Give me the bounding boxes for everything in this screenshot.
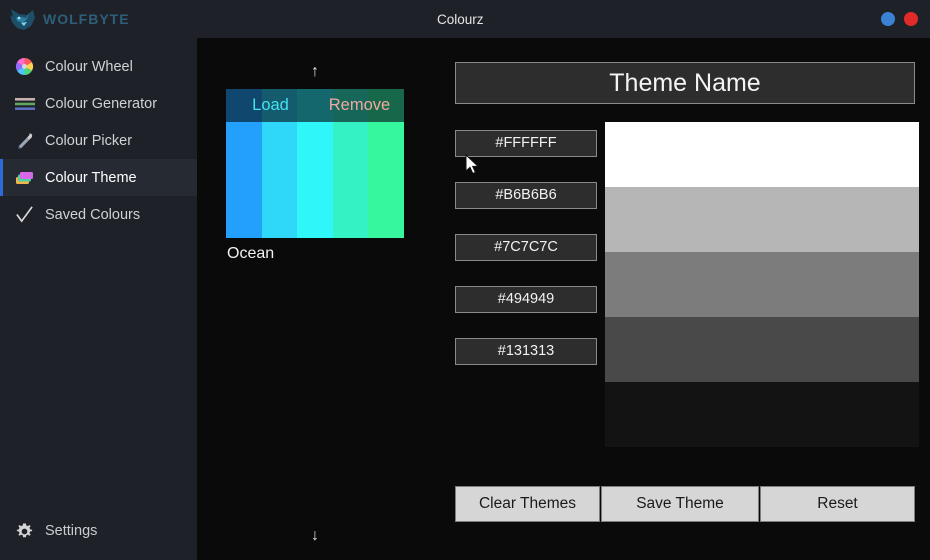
colour-swatch[interactable]: [605, 317, 919, 382]
sidebar-item-saved-colours[interactable]: Saved Colours: [0, 196, 197, 233]
sidebar: Colour Wheel Colour Generator Colour Pic…: [0, 38, 197, 560]
colour-swatch[interactable]: [605, 122, 919, 187]
hex-input[interactable]: #B6B6B6: [455, 182, 597, 209]
window-controls: [881, 0, 918, 38]
sidebar-item-colour-generator[interactable]: Colour Generator: [0, 85, 197, 122]
colour-swatch[interactable]: [605, 252, 919, 317]
sidebar-item-label: Colour Picker: [45, 132, 133, 149]
theme-card[interactable]: Load Remove Ocean: [226, 89, 404, 263]
hex-input[interactable]: #FFFFFF: [455, 130, 597, 157]
theme-editor-panel: Theme Name #FFFFFF #B6B6B6 #7C7C7C #4949…: [433, 38, 930, 560]
sidebar-item-label: Colour Generator: [45, 95, 158, 112]
minimize-button[interactable]: [881, 12, 895, 26]
sidebar-item-settings[interactable]: Settings: [0, 514, 97, 548]
hex-input[interactable]: #494949: [455, 286, 597, 313]
scroll-up-button[interactable]: ↑: [197, 64, 433, 80]
window-title: Colourz: [437, 11, 484, 27]
brand: WOLFBYTE: [0, 6, 197, 32]
themes-panel: ↑ Load Remove Ocean ↓: [197, 38, 480, 560]
sidebar-item-label: Colour Wheel: [45, 58, 133, 75]
remove-theme-button[interactable]: Remove: [315, 89, 404, 122]
editor-actions: Clear Themes Save Theme Reset: [455, 486, 915, 522]
app-window: WOLFBYTE Colourz Colour Wheel Colour Gen…: [0, 0, 930, 560]
colour-swatch[interactable]: [605, 187, 919, 252]
scroll-down-button[interactable]: ↓: [197, 528, 433, 544]
colour-wheel-icon: [14, 56, 35, 77]
colour-cards-icon: [14, 167, 35, 188]
sidebar-item-colour-theme[interactable]: Colour Theme: [0, 159, 197, 196]
body: Colour Wheel Colour Generator Colour Pic…: [0, 38, 930, 560]
theme-name-input[interactable]: Theme Name: [455, 62, 915, 104]
sliders-icon: [14, 93, 35, 114]
colour-preview-column: [605, 122, 919, 447]
clear-themes-button[interactable]: Clear Themes: [455, 486, 600, 522]
colour-rows: #FFFFFF #B6B6B6 #7C7C7C #494949 #131313: [455, 122, 919, 447]
close-button[interactable]: [904, 12, 918, 26]
theme-card-actions: Load Remove: [226, 89, 404, 122]
load-theme-button[interactable]: Load: [226, 89, 315, 122]
theme-swatch-strip: Load Remove: [226, 89, 404, 238]
gear-icon: [14, 521, 35, 542]
sidebar-item-label: Saved Colours: [45, 206, 141, 223]
sidebar-item-label: Colour Theme: [45, 169, 137, 186]
hex-input[interactable]: #131313: [455, 338, 597, 365]
sidebar-item-colour-wheel[interactable]: Colour Wheel: [0, 48, 197, 85]
theme-card-label: Ocean: [227, 245, 275, 262]
wolf-head-icon: [10, 9, 35, 30]
eyedropper-icon: [14, 130, 35, 151]
hex-column: #FFFFFF #B6B6B6 #7C7C7C #494949 #131313: [455, 122, 603, 365]
save-theme-button[interactable]: Save Theme: [601, 486, 759, 522]
checkmark-icon: [14, 204, 35, 225]
settings-label: Settings: [45, 523, 98, 539]
sidebar-item-colour-picker[interactable]: Colour Picker: [0, 122, 197, 159]
reset-button[interactable]: Reset: [760, 486, 915, 522]
colour-swatch[interactable]: [605, 382, 919, 447]
title-bar: WOLFBYTE Colourz: [0, 0, 930, 38]
hex-input[interactable]: #7C7C7C: [455, 234, 597, 261]
brand-label: WOLFBYTE: [43, 11, 130, 27]
